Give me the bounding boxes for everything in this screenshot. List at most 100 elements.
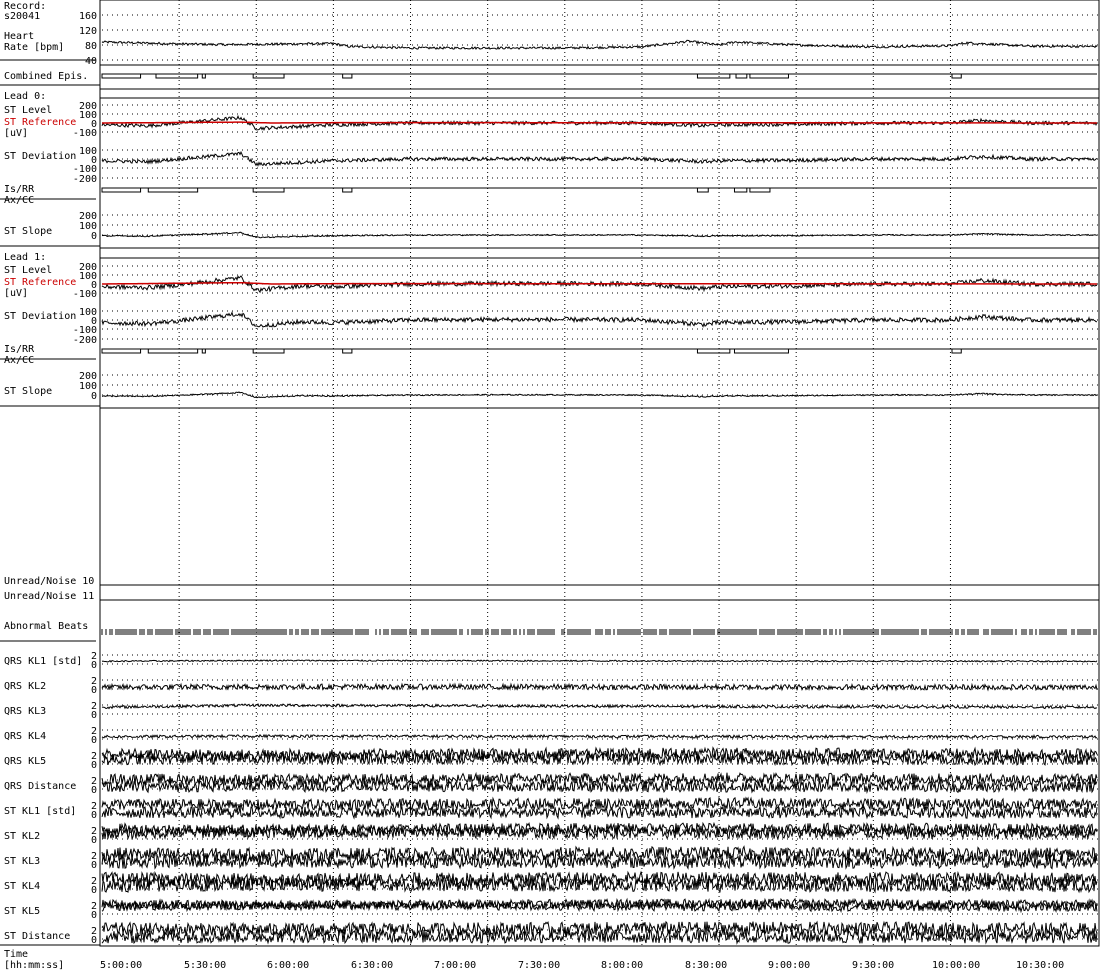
hr-tick-120: 120: [79, 26, 97, 37]
qrs-kl4-tick-0: 0: [91, 735, 97, 746]
x-tick-0500: 5:00:00: [100, 960, 142, 970]
lead1-isrr-episode-0: [101, 348, 142, 354]
x-tick-labels: 5:00:00 5:30:00 6:00:00 6:30:00 7:00:00 …: [100, 960, 1064, 970]
l0-level-tick-m100: -100: [73, 128, 97, 139]
trace-lead0-st-slope: [101, 231, 1098, 239]
lead1-st-reference-label: ST Reference: [4, 277, 76, 288]
qrs-kl3-tick-0: 0: [91, 710, 97, 721]
qrs-kl4-label: QRS KL4: [4, 731, 46, 742]
st-kl5-label: ST KL5: [4, 906, 40, 917]
time-label-1: Time: [4, 949, 28, 960]
x-tick-0900: 9:00:00: [768, 960, 810, 970]
l1-slope-tick-0: 0: [91, 391, 97, 402]
combined-episode-2: [201, 73, 206, 79]
st-kl4-label: ST KL4: [4, 881, 40, 892]
x-tick-0930: 9:30:00: [852, 960, 894, 970]
lead0-st-reference-label: ST Reference: [4, 117, 76, 128]
value-grid: [102, 14, 1099, 940]
combined-episode-7: [749, 73, 789, 79]
lead1-uv-label: [uV]: [4, 288, 28, 299]
lead0-isrr-episode-0: [101, 187, 142, 193]
st-kl4-tick-0: 0: [91, 885, 97, 896]
l0-dev-tick-m200: -200: [73, 174, 97, 185]
unread10-label: Unread/Noise 10: [4, 576, 94, 587]
st-distance-label: ST Distance: [4, 931, 70, 942]
trace-qrs-kl5-upper: [101, 746, 1098, 762]
lead0-isrr-episode-5: [733, 187, 748, 193]
x-tick-0800: 8:00:00: [601, 960, 643, 970]
lead1-deviation-label: ST Deviation: [4, 311, 76, 322]
lead1-isrr-episode-4: [342, 348, 353, 354]
lead1-isrr-episode-6: [733, 348, 789, 354]
qrs-dist-tick-0: 0: [91, 785, 97, 796]
x-tick-0730: 7:30:00: [518, 960, 560, 970]
st-kl3-tick-0: 0: [91, 860, 97, 871]
qrs-kl2-label: QRS KL2: [4, 681, 46, 692]
hr-tick-80: 80: [85, 41, 97, 52]
lead1-isrr-episode-3: [252, 348, 285, 354]
lead1-isrr-episode-7: [951, 348, 962, 354]
abnormal-beats-label: Abnormal Beats: [4, 621, 88, 632]
trace-lead1-st-slope: [101, 391, 1098, 399]
x-tick-0630: 6:30:00: [351, 960, 393, 970]
l1-dev-tick-m200: -200: [73, 335, 97, 346]
lead1-isrr-episode-2: [201, 348, 206, 354]
trace-lead0-st-reference: [102, 121, 1097, 124]
combined-episode-1: [155, 73, 199, 79]
lead0-isrr-episode-1: [147, 187, 199, 193]
l1-level-tick-m100: -100: [73, 289, 97, 300]
x-tick-1030: 10:30:00: [1016, 960, 1064, 970]
trace-lead0-st-deviation: [101, 150, 1098, 167]
lead0-st-level-label: ST Level: [4, 105, 52, 116]
lead0-uv-label: [uV]: [4, 128, 28, 139]
lead0-isrr-episode-4: [696, 187, 709, 193]
st-kl1-tick-0: 0: [91, 810, 97, 821]
x-tick-0530: 5:30:00: [184, 960, 226, 970]
x-tick-0830: 8:30:00: [685, 960, 727, 970]
hr-label-1: Heart: [4, 31, 34, 42]
st-kl5-tick-0: 0: [91, 910, 97, 921]
lead0-slope-label: ST Slope: [4, 226, 52, 237]
lead1-st-level-label: ST Level: [4, 265, 52, 276]
x-tick-0700: 7:00:00: [434, 960, 476, 970]
lead1-slope-label: ST Slope: [4, 386, 52, 397]
hr-label-2: Rate [bpm]: [4, 42, 64, 53]
lead0-title: Lead 0:: [4, 91, 46, 102]
st-analysis-chart: Record: s20041 Heart Rate [bpm] Combined…: [0, 0, 1100, 970]
qrs-kl3-label: QRS KL3: [4, 706, 46, 717]
st-kl1-label: ST KL1 [std]: [4, 806, 76, 817]
l0-slope-tick-0: 0: [91, 231, 97, 242]
qrs-kl1-tick-0: 0: [91, 660, 97, 671]
trace-qrs-kl1: [101, 659, 1098, 663]
combined-episode-6: [735, 73, 748, 79]
lead1-title: Lead 1:: [4, 252, 46, 263]
qrs-kl2-tick-0: 0: [91, 685, 97, 696]
y-tick-labels: 160 120 80 40 200 100 0 -100 100 0 -100 …: [73, 11, 97, 946]
st-dist-tick-0: 0: [91, 935, 97, 946]
unread11-label: Unread/Noise 11: [4, 591, 94, 602]
combined-episode-0: [101, 73, 142, 79]
combined-label: Combined Epis.: [4, 71, 88, 82]
trace-lead1-st-reference: [102, 281, 1097, 285]
st-kl3-label: ST KL3: [4, 856, 40, 867]
lead1-isrr-episode-1: [147, 348, 199, 354]
combined-episode-4: [342, 73, 353, 79]
lead0-axcc-label: Ax/CC: [4, 195, 34, 206]
lead0-isrr-episode-3: [342, 187, 353, 193]
combined-episode-5: [696, 73, 731, 79]
st-kl2-tick-0: 0: [91, 835, 97, 846]
st-kl2-label: ST KL2: [4, 831, 40, 842]
signal-traces: [101, 39, 1098, 945]
lead1-isrr-label: Is/RR: [4, 344, 35, 355]
lead0-isrr-episode-6: [749, 187, 771, 193]
qrs-distance-label: QRS Distance: [4, 781, 76, 792]
qrs-kl1-label: QRS KL1 [std]: [4, 656, 82, 667]
qrs-kl5-label: QRS KL5: [4, 756, 46, 767]
trace-qrs-kl4: [101, 733, 1098, 740]
combined-episode-8: [951, 73, 962, 79]
lead0-isrr-episode-2: [252, 187, 285, 193]
lead1-isrr-episode-5: [696, 348, 731, 354]
time-label-2: [hh:mm:ss]: [4, 960, 64, 970]
x-tick-0600: 6:00:00: [267, 960, 309, 970]
combined-episode-3: [252, 73, 285, 79]
